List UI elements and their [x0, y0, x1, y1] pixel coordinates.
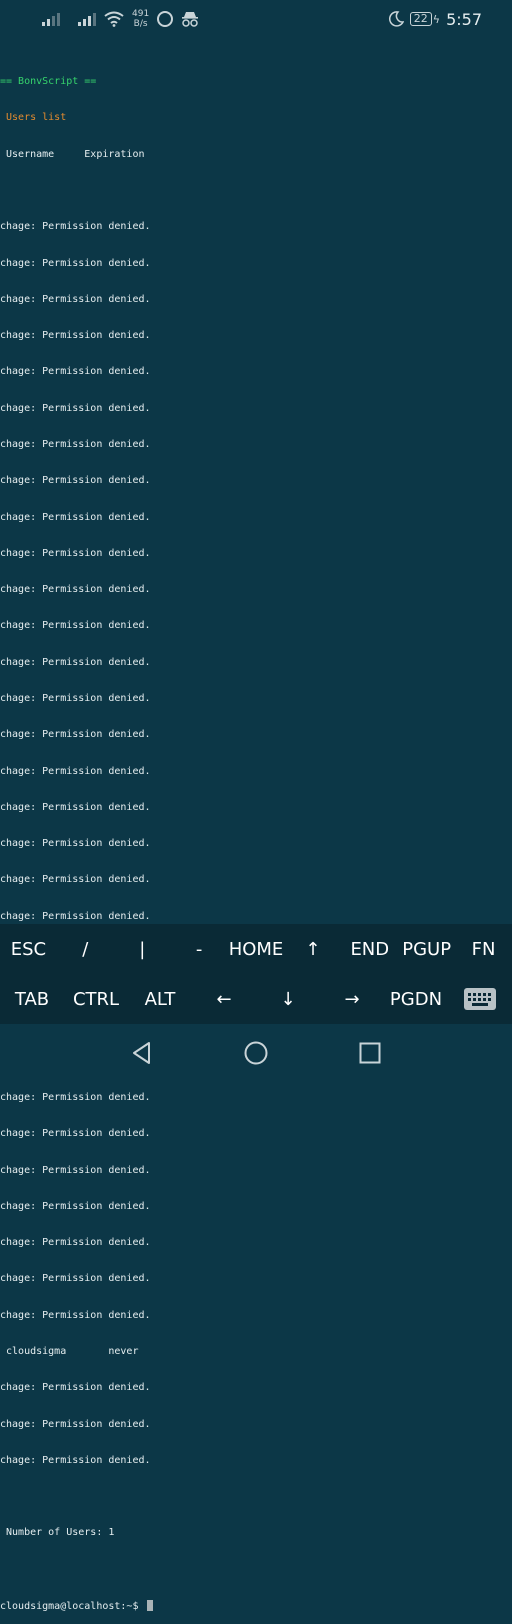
terminal-line: chage: Permission denied. [0, 1092, 151, 1104]
terminal-line: chage: Permission denied. [0, 910, 151, 922]
left-arrow-key[interactable]: ← [192, 974, 256, 1024]
terminal-line: chage: Permission denied. [0, 1309, 151, 1321]
terminal-line: cloudsigma never [0, 1346, 139, 1358]
status-bar-right: 22 ϟ 5:57 [388, 0, 482, 38]
esc-key[interactable]: ESC [0, 924, 57, 974]
network-speed: 491 B/s [132, 9, 149, 29]
down-arrow-key[interactable]: ↓ [256, 974, 320, 1024]
users-list-title: Users list [0, 112, 67, 124]
ctrl-key[interactable]: CTRL [64, 974, 128, 1024]
status-bar: 491 B/s 22 ϟ 5:57 [0, 0, 512, 38]
terminal-line: chage: Permission denied. [0, 511, 151, 523]
terminal-line: chage: Permission denied. [0, 729, 151, 741]
terminal-line: chage: Permission denied. [0, 1273, 151, 1285]
prompt-line[interactable]: cloudsigma@localhost:~$ [0, 1600, 512, 1612]
user-count: Number of Users: 1 [0, 1527, 115, 1539]
terminal-line: chage: Permission denied. [0, 1382, 151, 1394]
pipe-key[interactable]: | [114, 924, 171, 974]
terminal-line: chage: Permission denied. [0, 330, 151, 342]
terminal-line: chage: Permission denied. [0, 620, 151, 632]
end-key[interactable]: END [341, 924, 398, 974]
terminal-line: chage: Permission denied. [0, 584, 151, 596]
navigation-bar [0, 1024, 512, 1080]
up-arrow-key[interactable]: ↑ [284, 924, 341, 974]
network-speed-value: 491 [132, 9, 150, 19]
tab-key[interactable]: TAB [0, 974, 64, 1024]
signal-icon [42, 12, 60, 26]
keyboard-toggle-button[interactable] [448, 974, 512, 1024]
recents-icon[interactable] [357, 1040, 383, 1066]
script-header: == BonvScript == [0, 76, 97, 88]
terminal-line: chage: Permission denied. [0, 1164, 151, 1176]
terminal-line: chage: Permission denied. [0, 1200, 151, 1212]
terminal-line: chage: Permission denied. [0, 838, 151, 850]
back-icon[interactable] [129, 1040, 155, 1066]
terminal-line: chage: Permission denied. [0, 1237, 151, 1249]
terminal-line: chage: Permission denied. [0, 221, 151, 233]
terminal-line: chage: Permission denied. [0, 439, 151, 450]
terminal-line: chage: Permission denied. [0, 765, 151, 777]
terminal-line: chage: Permission denied. [0, 692, 151, 704]
fn-key[interactable]: FN [455, 924, 512, 974]
terminal-line: chage: Permission denied. [0, 1454, 151, 1466]
text-cursor [146, 1600, 153, 1611]
home-key[interactable]: HOME [228, 924, 285, 974]
moon-icon [388, 11, 404, 27]
battery-level: 22 [409, 12, 432, 26]
battery-icon: 22 ϟ [409, 12, 441, 26]
terminal-line: chage: Permission denied. [0, 547, 151, 559]
terminal-line: chage: Permission denied. [0, 257, 151, 269]
terminal-line: chage: Permission denied. [0, 475, 151, 487]
terminal-output[interactable]: == BonvScript == Users list Username Exp… [0, 52, 512, 1612]
terminal-line: chage: Permission denied. [0, 1418, 151, 1430]
pgup-key[interactable]: PGUP [398, 924, 455, 974]
clock: 5:57 [446, 9, 482, 29]
shell-prompt: cloudsigma@localhost:~$ [0, 1601, 145, 1612]
terminal-line: chage: Permission denied. [0, 1128, 151, 1140]
charging-icon: ϟ [432, 12, 441, 26]
extra-keys-bar: ESC / | - HOME ↑ END PGUP FN TAB CTRL AL… [0, 924, 512, 1024]
alt-key[interactable]: ALT [128, 974, 192, 1024]
status-bar-left: 491 B/s [42, 0, 199, 38]
terminal-line: chage: Permission denied. [0, 874, 151, 886]
dash-key[interactable]: - [171, 924, 228, 974]
terminal-line: chage: Permission denied. [0, 402, 151, 414]
incognito-icon [182, 12, 199, 27]
home-icon[interactable] [243, 1040, 269, 1066]
slash-key[interactable]: / [57, 924, 114, 974]
extra-keys-row-1: ESC / | - HOME ↑ END PGUP FN [0, 924, 512, 974]
extra-keys-row-2: TAB CTRL ALT ← ↓ → PGDN [0, 974, 512, 1024]
column-headers: Username Expiration [0, 148, 145, 160]
right-arrow-key[interactable]: → [320, 974, 384, 1024]
keyboard-icon [464, 988, 496, 1010]
pgdn-key[interactable]: PGDN [384, 974, 448, 1024]
terminal-line: chage: Permission denied. [0, 656, 151, 668]
terminal-line: chage: Permission denied. [0, 293, 151, 305]
terminal-line: chage: Permission denied. [0, 801, 151, 813]
app-notification-icon [157, 11, 174, 27]
signal-icon [78, 12, 96, 26]
terminal-line: chage: Permission denied. [0, 366, 151, 378]
network-speed-unit: B/s [133, 19, 148, 29]
wifi-icon [104, 11, 124, 27]
